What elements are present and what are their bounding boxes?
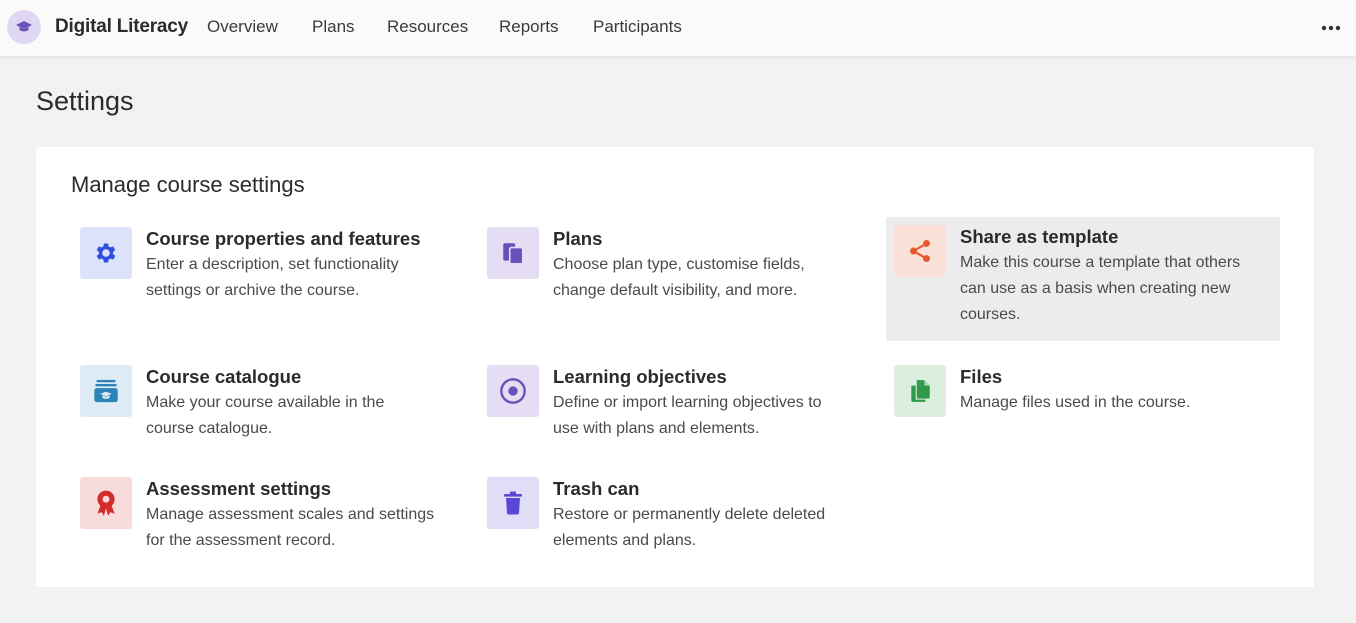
course-logo[interactable] (7, 10, 41, 44)
setting-learning-objectives[interactable]: Learning objectives Define or import lea… (479, 357, 873, 448)
setting-description: Manage assessment scales and settings fo… (146, 506, 435, 549)
share-icon (910, 239, 930, 263)
setting-title: Course properties and features (146, 228, 421, 249)
files-icon-tile (894, 365, 946, 417)
setting-title: Share as template (960, 226, 1119, 247)
tab-overview[interactable]: Overview (207, 17, 278, 37)
setting-title: Learning objectives (553, 366, 727, 387)
setting-description: Choose plan type, customise fields, chan… (553, 256, 805, 299)
plans-icon-tile (487, 227, 539, 279)
setting-files[interactable]: Files Manage files used in the course. (886, 357, 1280, 422)
setting-description: Enter a description, set functionality s… (146, 256, 399, 299)
tab-participants[interactable]: Participants (593, 17, 682, 37)
tab-reports[interactable]: Reports (499, 17, 559, 37)
course-properties-icon-tile (80, 227, 132, 279)
tab-plans[interactable]: Plans (312, 17, 355, 37)
award-icon (97, 490, 115, 516)
page-title: Settings (36, 86, 134, 116)
setting-assessment[interactable]: Assessment settings Manage assessment sc… (72, 469, 466, 560)
setting-description: Manage files used in the course. (960, 394, 1191, 411)
setting-title: Trash can (553, 478, 640, 499)
setting-title: Plans (553, 228, 603, 249)
trash-icon (504, 491, 522, 515)
setting-description: Make this course a template that others … (960, 254, 1241, 323)
more-button[interactable] (1318, 18, 1344, 38)
files-icon (911, 380, 930, 402)
setting-description: Restore or permanently delete deleted el… (553, 506, 826, 549)
setting-description: Define or import learning objectives to … (553, 394, 822, 437)
setting-share-as-template[interactable]: Share as template Make this course a tem… (886, 217, 1280, 341)
catalogue-icon-tile (80, 365, 132, 417)
catalogue-icon (94, 379, 118, 403)
setting-course-properties[interactable]: Course properties and features Enter a d… (72, 219, 466, 310)
tab-resources[interactable]: Resources (387, 17, 468, 37)
setting-title: Assessment settings (146, 478, 332, 499)
setting-title: Files (960, 366, 1003, 387)
setting-course-catalogue[interactable]: Course catalogue Make your course availa… (72, 357, 466, 448)
setting-title: Course catalogue (146, 366, 302, 387)
more-horizontal-icon (1321, 25, 1341, 31)
clipboard-icon (503, 243, 524, 265)
settings-card: Manage course settings Course properties… (36, 147, 1314, 587)
course-title[interactable]: Digital Literacy (55, 16, 188, 38)
gear-icon (96, 243, 116, 263)
setting-trash-can[interactable]: Trash can Restore or permanently delete … (479, 469, 873, 560)
setting-description: Make your course available in the course… (146, 394, 385, 437)
objectives-icon-tile (487, 365, 539, 417)
card-title: Manage course settings (71, 172, 305, 197)
assessment-icon-tile (80, 477, 132, 529)
trash-icon-tile (487, 477, 539, 529)
graduation-cap-icon (16, 21, 32, 32)
share-icon-tile (894, 225, 946, 277)
top-bar: Digital Literacy Overview Plans Resource… (0, 0, 1356, 56)
target-icon (500, 378, 526, 404)
setting-plans[interactable]: Plans Choose plan type, customise fields… (479, 219, 873, 310)
